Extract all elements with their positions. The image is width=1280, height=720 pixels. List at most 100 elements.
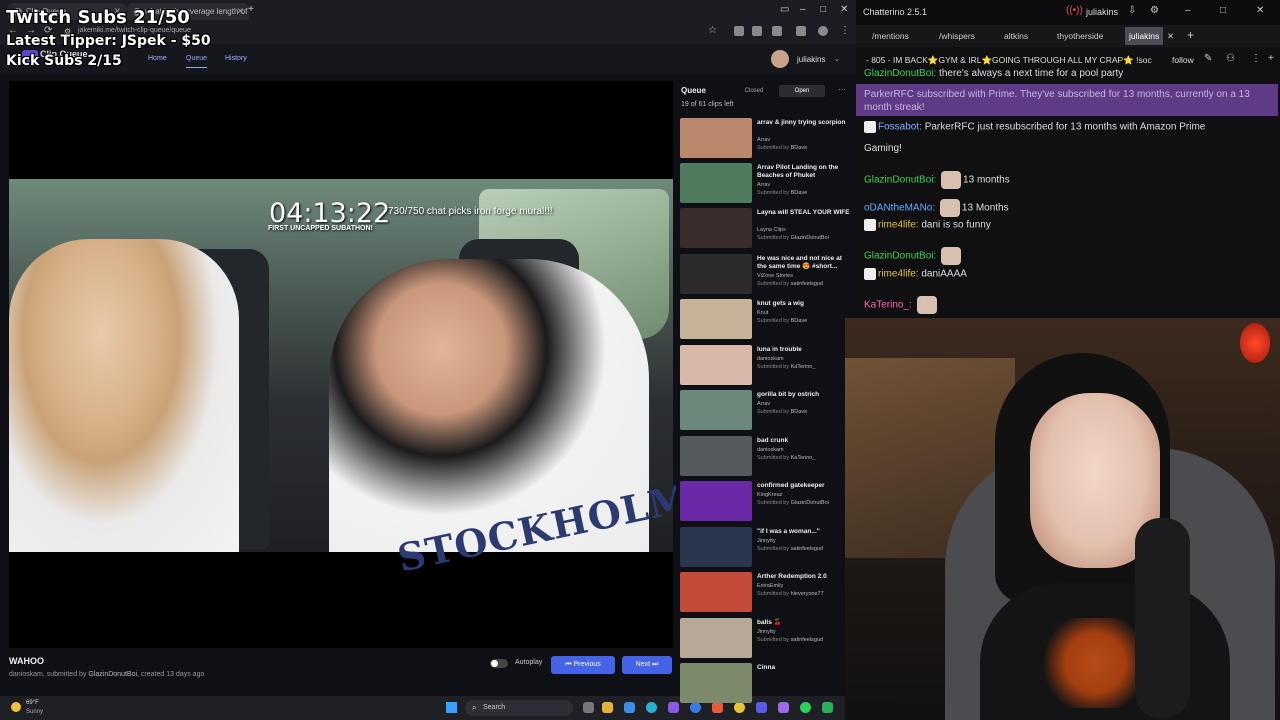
settings-gear-icon[interactable]: ⚙ bbox=[1150, 5, 1159, 16]
tab-open[interactable]: Open bbox=[779, 85, 825, 97]
submitted-label: Submitted by bbox=[757, 364, 791, 370]
clip-thumbnail[interactable] bbox=[680, 527, 752, 567]
app-icon[interactable] bbox=[668, 702, 679, 713]
autoplay-toggle[interactable] bbox=[490, 659, 508, 668]
profile-icon[interactable] bbox=[818, 26, 828, 36]
clip-thumbnail[interactable] bbox=[680, 390, 752, 430]
queue-item-author: danioskam bbox=[757, 447, 784, 453]
tab-actions-icon[interactable]: ▭ bbox=[780, 4, 789, 15]
nav-home[interactable]: Home bbox=[148, 55, 167, 62]
browser-menu-icon[interactable]: ⋮ bbox=[840, 25, 850, 36]
download-icon[interactable]: ⇩ bbox=[1128, 5, 1136, 16]
chat-username[interactable]: Fossabot bbox=[878, 122, 919, 133]
chat-text: 13 months bbox=[963, 174, 1010, 186]
bookmark-star-icon[interactable]: ☆ bbox=[708, 25, 717, 36]
chat-username[interactable]: GlazinDonutBoi bbox=[864, 175, 933, 186]
weather-temp[interactable]: 69°F bbox=[26, 700, 39, 706]
clip-thumbnail[interactable] bbox=[680, 208, 752, 248]
clip-thumbnail[interactable] bbox=[680, 436, 752, 476]
tab-whispers[interactable]: /whispers bbox=[939, 31, 975, 41]
add-split-icon[interactable]: + bbox=[1268, 53, 1274, 64]
clip-thumbnail[interactable] bbox=[680, 481, 752, 521]
clip-thumbnail[interactable] bbox=[680, 299, 752, 339]
clip-thumbnail[interactable] bbox=[680, 163, 752, 203]
close-tab-icon[interactable]: ✕ bbox=[236, 6, 244, 17]
submitter-name: KaTerino_ bbox=[790, 455, 816, 461]
tab-juliakins[interactable]: juliakins bbox=[1125, 27, 1164, 45]
maximize-icon[interactable]: □ bbox=[1220, 5, 1226, 16]
add-tab-icon[interactable]: + bbox=[1187, 28, 1194, 42]
queue-item[interactable]: He was nice and not nice at the same tim… bbox=[680, 254, 852, 296]
queue-menu-icon[interactable]: ⋯ bbox=[838, 85, 846, 94]
chat-username[interactable]: GlazinDonutBoi bbox=[864, 251, 933, 262]
tab-altkins[interactable]: altkins bbox=[1004, 31, 1028, 41]
previous-button[interactable]: ⏮ Previous bbox=[551, 656, 615, 674]
extension-icon[interactable] bbox=[734, 26, 744, 36]
timer-goal: 730/750 chat picks iron forge mural!!! bbox=[388, 206, 553, 217]
new-tab-icon[interactable]: + bbox=[248, 4, 254, 15]
user-menu[interactable]: juliakins bbox=[797, 55, 825, 64]
maximize-icon[interactable]: □ bbox=[820, 4, 826, 15]
extension-icon[interactable] bbox=[752, 26, 762, 36]
emote-icon bbox=[941, 247, 962, 265]
viewers-icon[interactable]: ⚇ bbox=[1226, 53, 1235, 64]
queue-count: 19 of 61 clips left bbox=[681, 101, 734, 108]
video-frame[interactable] bbox=[9, 179, 673, 552]
queue-item[interactable]: balls 🍒 Jinnytty Submitted by satinfeelsgu… bbox=[680, 618, 852, 660]
extension-icon[interactable] bbox=[796, 26, 806, 36]
clip-thumbnail[interactable] bbox=[680, 118, 752, 158]
clip-thumbnail[interactable] bbox=[680, 254, 752, 294]
edge-icon[interactable] bbox=[646, 702, 657, 713]
file-explorer-icon[interactable] bbox=[602, 702, 613, 713]
queue-item[interactable]: Arrav Pilot Landing on the Beaches of Ph… bbox=[680, 163, 852, 205]
clip-thumbnail[interactable] bbox=[680, 618, 752, 658]
windows-start-icon[interactable] bbox=[446, 702, 457, 713]
store-icon[interactable] bbox=[624, 702, 635, 713]
task-view-icon[interactable] bbox=[583, 702, 594, 713]
queue-item[interactable]: Cinna bbox=[680, 663, 852, 705]
queue-item[interactable]: bad crunk danioskam Submitted by KaTerino_ bbox=[680, 436, 852, 478]
queue-item[interactable]: "if I was a woman..." Jinnytty Submitted b… bbox=[680, 527, 852, 569]
queue-item[interactable]: gorilla bit by ostrich Arrav Submitted by … bbox=[680, 390, 852, 432]
chat-username[interactable]: rime4life bbox=[878, 269, 916, 280]
tab-mentions[interactable]: /mentions bbox=[872, 31, 909, 41]
next-button[interactable]: Next ⏭ bbox=[622, 656, 672, 674]
chat-username[interactable]: rime4life bbox=[878, 220, 916, 231]
queue-item[interactable]: Layna will STEAL YOUR WIFE Layna Clips Sub… bbox=[680, 208, 852, 250]
chevron-down-icon[interactable]: ⌄ bbox=[834, 55, 840, 63]
queue-item-submitter: Submitted by satinfeelsgud bbox=[757, 546, 823, 552]
clip-thumbnail[interactable] bbox=[680, 345, 752, 385]
extension-icon[interactable] bbox=[772, 26, 782, 36]
close-window-icon[interactable]: ✕ bbox=[1256, 5, 1264, 16]
chat-username[interactable]: KaTerino_ bbox=[864, 300, 909, 311]
queue-item-title: Layna will STEAL YOUR WIFE bbox=[757, 209, 850, 216]
more-icon[interactable]: ⋮ bbox=[1251, 53, 1261, 64]
queue-item-submitter: Submitted by BDave bbox=[757, 318, 807, 324]
queue-item[interactable]: Arther Redemption 2.0 ExtraEmily Submitted… bbox=[680, 572, 852, 614]
minimize-icon[interactable]: – bbox=[1185, 5, 1191, 16]
clip-thumbnail[interactable] bbox=[680, 572, 752, 612]
submitted-label: Submitted by bbox=[757, 190, 791, 196]
chat-username[interactable]: oDANtheMANo bbox=[864, 203, 932, 214]
follow-button[interactable]: follow bbox=[1172, 55, 1194, 65]
chat-username[interactable]: GlazinDonutBoi bbox=[864, 68, 933, 79]
nav-history[interactable]: History bbox=[225, 55, 247, 62]
chat-message: KaTerino_: bbox=[864, 296, 939, 314]
clip-author[interactable]: danioskam bbox=[9, 671, 43, 678]
live-status-icon[interactable]: ((•)) bbox=[1066, 5, 1083, 16]
tab-thyotherside[interactable]: thyotherside bbox=[1057, 31, 1103, 41]
queue-item[interactable]: arrav & jinny trying scorpion Arrav Submit… bbox=[680, 118, 852, 160]
close-tab-icon[interactable]: ✕ bbox=[1167, 31, 1174, 42]
chat-account[interactable]: juliakins bbox=[1086, 7, 1118, 17]
clip-thumbnail[interactable] bbox=[680, 663, 752, 703]
nav-queue[interactable]: Queue bbox=[186, 55, 208, 68]
queue-item[interactable]: knut gets a wig Knut Submitted by BDave bbox=[680, 299, 852, 341]
queue-item[interactable]: luna in trouble danioskam Submitted by KaT… bbox=[680, 345, 852, 387]
queue-item[interactable]: confirmed gatekeeper KingKreaz Submitted b… bbox=[680, 481, 852, 523]
taskbar-search[interactable]: ⌕ Search bbox=[465, 700, 573, 716]
edit-icon[interactable]: ✎ bbox=[1204, 53, 1212, 64]
avatar[interactable] bbox=[771, 50, 789, 68]
tab-closed[interactable]: Closed bbox=[738, 85, 770, 97]
minimize-icon[interactable]: – bbox=[800, 4, 806, 15]
close-window-icon[interactable]: ✕ bbox=[840, 4, 848, 15]
